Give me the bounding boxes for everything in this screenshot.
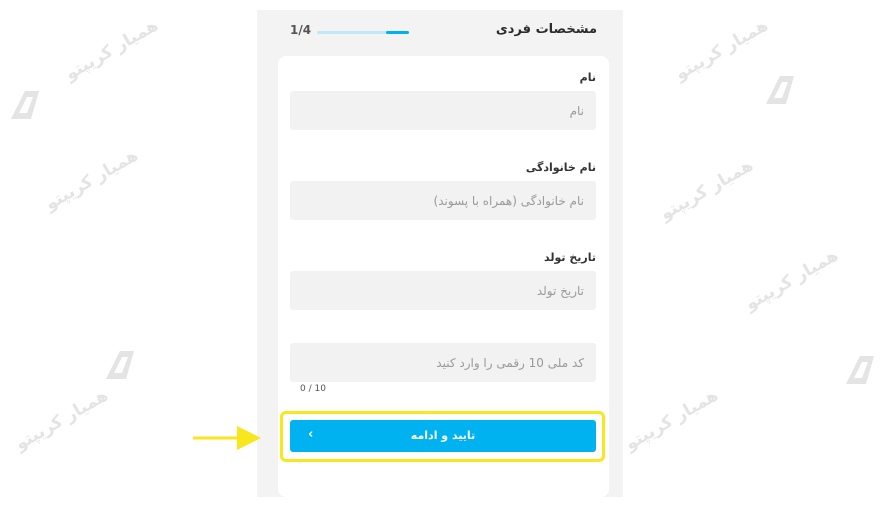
watermark-text: همیار کریپتو bbox=[671, 15, 772, 85]
watermark-text: همیار کریپتو bbox=[741, 245, 842, 315]
first-name-label: نام bbox=[579, 71, 596, 84]
last-name-input[interactable] bbox=[290, 181, 596, 220]
confirm-continue-label: تایید و ادامه bbox=[410, 429, 476, 442]
watermark-logo-icon bbox=[106, 351, 134, 379]
national-code-input[interactable] bbox=[290, 343, 596, 382]
watermark-logo-icon bbox=[846, 356, 874, 384]
panel-header: مشخصات فردی 1/4 bbox=[257, 10, 623, 52]
confirm-continue-button[interactable]: ‹ تایید و ادامه bbox=[290, 420, 596, 452]
progress-bar bbox=[317, 31, 409, 34]
watermark-text: همیار کریپتو bbox=[11, 385, 112, 455]
watermark-text: همیار کریپتو bbox=[621, 385, 722, 455]
first-name-input[interactable] bbox=[290, 91, 596, 130]
watermark-logo-icon bbox=[766, 76, 794, 104]
national-code-counter: 0 / 10 bbox=[300, 384, 326, 394]
step-indicator: 1/4 bbox=[290, 23, 312, 37]
birth-date-label: تاریخ تولد bbox=[544, 251, 596, 264]
pointer-arrow-icon bbox=[193, 426, 261, 450]
watermark-text: همیار کریپتو bbox=[41, 145, 142, 215]
last-name-label: نام خانوادگی bbox=[525, 161, 596, 174]
watermark-text: همیار کریپتو bbox=[656, 155, 757, 225]
progress-bar-fill bbox=[386, 31, 409, 34]
watermark-logo-icon bbox=[11, 91, 39, 119]
watermark-text: همیار کریپتو bbox=[61, 15, 162, 85]
birth-date-input[interactable] bbox=[290, 271, 596, 310]
page-title: مشخصات فردی bbox=[495, 22, 597, 37]
